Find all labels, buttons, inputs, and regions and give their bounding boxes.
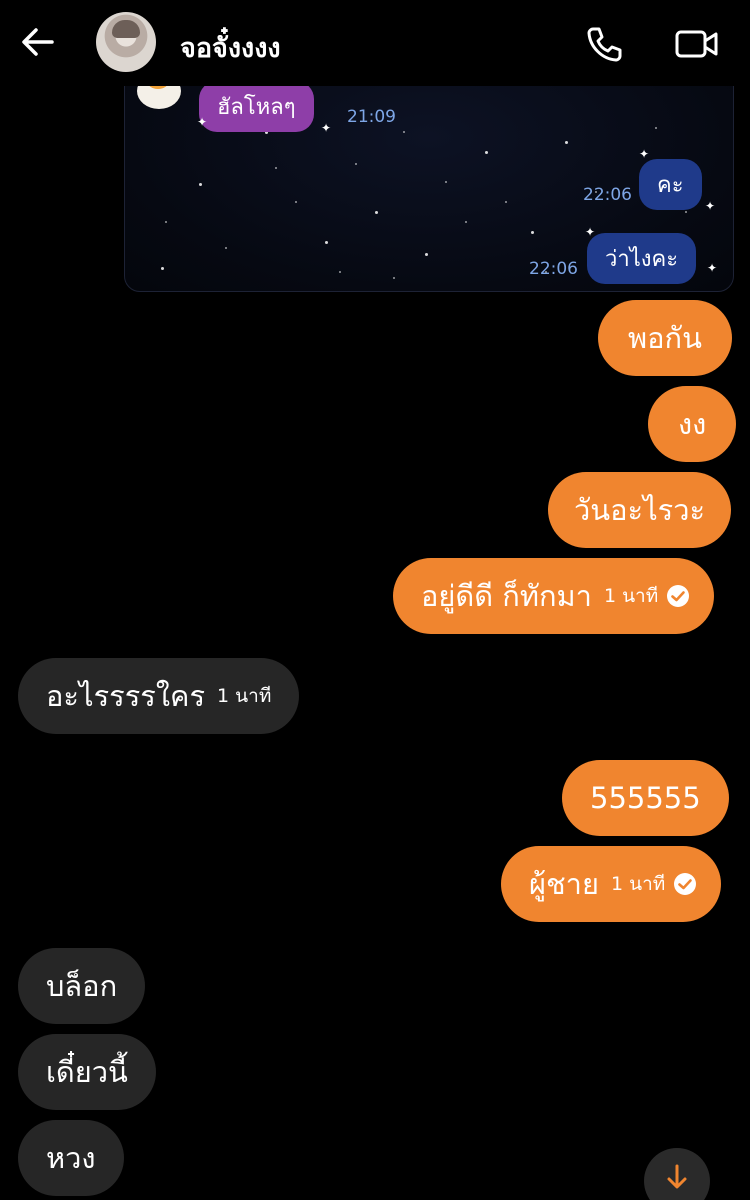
- message-text: ผู้ชาย: [529, 867, 599, 901]
- message-text: งง: [678, 407, 707, 441]
- message-time: 1 นาที: [610, 873, 666, 895]
- image-message-time: 22:06: [583, 185, 632, 205]
- phone-icon: [587, 27, 622, 62]
- message-text: อะไรรรรใคร: [46, 679, 206, 713]
- scroll-to-bottom-button[interactable]: [644, 1148, 710, 1200]
- message-bubble-outgoing[interactable]: วันอะไรวะ: [548, 472, 732, 548]
- message-text: วันอะไรวะ: [574, 493, 706, 527]
- message-bubble-incoming[interactable]: เดี๋ยวนี้: [18, 1034, 156, 1110]
- message-bubble-outgoing[interactable]: 555555: [562, 760, 729, 836]
- image-message-time: 21:09: [347, 107, 396, 127]
- video-call-button[interactable]: [674, 24, 720, 64]
- message-bubble-outgoing[interactable]: ผู้ชาย 1 นาที: [501, 846, 722, 922]
- message-text: เดี๋ยวนี้: [46, 1055, 128, 1089]
- message-text: พอกัน: [628, 321, 702, 355]
- contact-name[interactable]: จอจั๋งงงง: [180, 26, 281, 69]
- message-bubble-outgoing[interactable]: อยู่ดีดี ก็ทักมา 1 นาที: [393, 558, 715, 634]
- chat-header: จอจั๋งงงง: [0, 0, 750, 86]
- video-camera-icon: [675, 30, 718, 58]
- message-bubble-outgoing[interactable]: งง: [648, 386, 737, 462]
- image-message-bubble: ว่าไงคะ: [587, 233, 697, 284]
- arrow-down-icon: [667, 1164, 687, 1189]
- image-message-bubble: คะ: [639, 159, 702, 210]
- message-text: 555555: [590, 781, 701, 815]
- image-message-bubble: ฮัลโหลๆ: [199, 81, 314, 132]
- shared-image[interactable]: ฮัลโหลๆ ✦ ✦ 21:09 คะ ✦ ✦ 22:06 ว่าไงคะ ✦…: [124, 70, 734, 292]
- message-time: 1 นาที: [217, 685, 272, 707]
- message-text: อยู่ดีดี ก็ทักมา: [421, 579, 592, 613]
- message-time: 1 นาที: [603, 585, 659, 607]
- back-button[interactable]: [18, 22, 58, 62]
- message-text: หวง: [46, 1141, 96, 1175]
- message-bubble-incoming[interactable]: บล็อก: [18, 948, 146, 1024]
- contact-avatar[interactable]: [96, 12, 156, 72]
- message-bubble-incoming[interactable]: อะไรรรรใคร 1 นาที: [18, 658, 300, 734]
- seen-check-icon: [674, 873, 697, 895]
- message-bubble-incoming[interactable]: หวง: [18, 1120, 124, 1196]
- message-text: บล็อก: [46, 969, 118, 1003]
- call-button[interactable]: [584, 24, 624, 64]
- seen-check-icon: [667, 585, 690, 607]
- back-arrow-icon: [22, 28, 54, 56]
- message-bubble-outgoing[interactable]: พอกัน: [598, 300, 732, 376]
- image-message-time: 22:06: [529, 259, 578, 279]
